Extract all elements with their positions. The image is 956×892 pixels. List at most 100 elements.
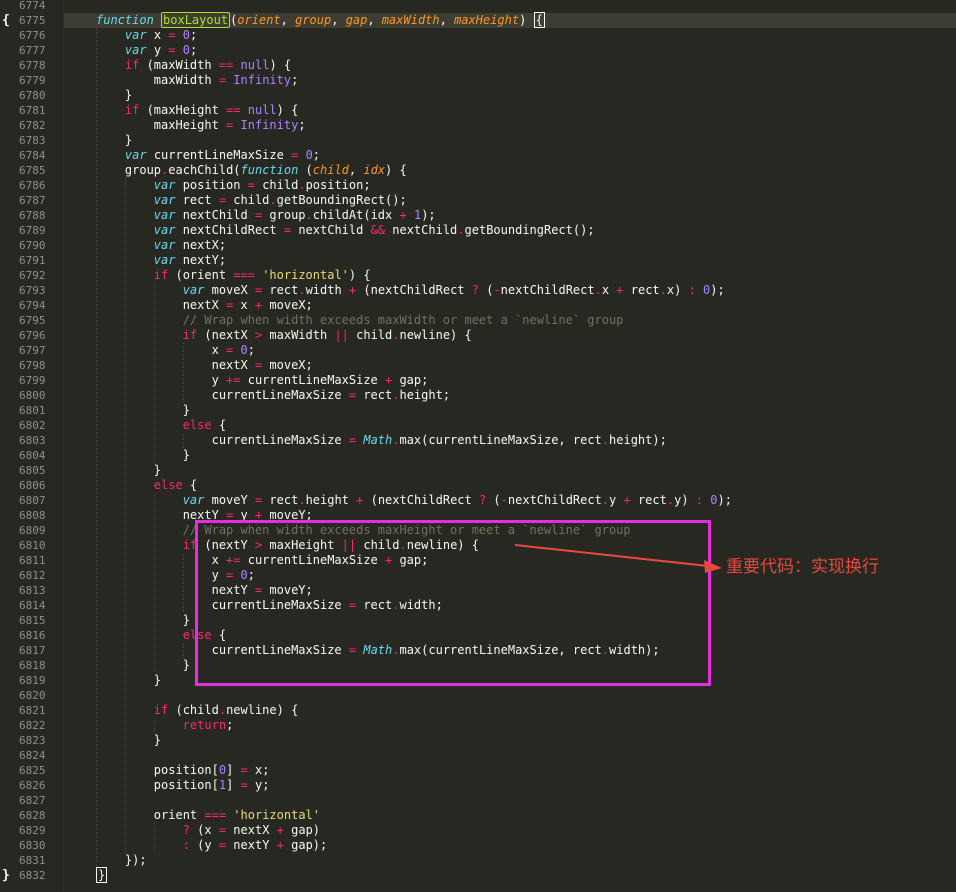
code-token: x [233,298,255,312]
code-token: ) [519,13,534,27]
line-number: 6806 [19,479,46,492]
line-number: 6800 [19,389,46,402]
code-line: return; [96,718,234,733]
code-token: var [153,208,183,222]
code-token: . [457,223,465,237]
line-number: 6830 [19,839,46,852]
code-token: . [666,493,675,507]
code-line: // Wrap when width exceeds maxWidth or m… [96,313,624,328]
fold-marker-icon[interactable]: { [2,13,10,28]
code-token: var [182,493,212,507]
line-number: 6803 [19,434,46,447]
code-token: y [153,43,169,57]
code-line: nextX = moveX; [96,358,313,373]
code-line: currentLineMaxSize = rect.height; [96,388,450,403]
code-token: nextX [96,358,255,372]
code-token: x [96,343,227,357]
code-token: ; [247,343,255,357]
line-number: 6797 [19,344,46,357]
code-token: gap; [392,373,429,387]
code-token: } [96,133,133,147]
code-token: var [153,178,183,192]
code-token: . [594,283,602,297]
line-number: 6798 [19,359,46,372]
code-line: } [96,448,190,463]
code-token: newline) { [226,703,299,717]
line-number: 6778 [19,59,46,72]
code-token: . [269,193,277,207]
code-line: } [96,673,161,688]
code-line: } [96,133,132,148]
code-token: { [211,418,227,432]
code-token: var [153,253,183,267]
line-number: 6812 [19,569,46,582]
fold-marker-icon[interactable]: } [2,868,10,883]
code-editor[interactable]: 6774 6775 6776 6777 6778 6779 6780 6781 6782 6783… [0,0,956,892]
line-number: 6820 [19,689,46,702]
code-line: } [96,403,190,418]
code-token: ( [486,493,501,507]
code-token: getBoundingRect(); [464,223,595,237]
code-token: child [226,193,270,207]
code-token: else [182,418,212,432]
code-token: . [298,283,306,297]
code-token: ); [717,493,732,507]
code-token: Infinity [233,73,292,87]
code-token: function [240,163,299,177]
code-token: + [399,208,407,222]
line-number: 6828 [19,809,46,822]
code-token: if [124,58,140,72]
code-token: width [305,283,349,297]
code-token: , [331,13,346,27]
code-token: ; [226,718,234,732]
code-token: nextY; [182,253,227,267]
code-token: + [616,283,624,297]
code-line: else { [96,478,197,493]
code-line: var nextX; [96,238,226,253]
code-token: = [247,178,255,192]
code-token: = [218,193,227,207]
line-number: 6804 [19,449,46,462]
code-token: currentLineMaxSize [240,373,385,387]
line-number: 6786 [19,179,46,192]
code-token: : [688,283,696,297]
line-number: 6805 [19,464,46,477]
code-token: child [254,178,299,192]
line-number: 6825 [19,764,46,777]
code-token: } [96,88,133,102]
code-token: var [153,223,183,237]
line-number: 6827 [19,794,46,807]
code-token: null [240,58,270,72]
code-token: } [96,733,162,747]
code-token: : [695,493,704,507]
code-token: function [96,13,162,27]
line-number: 6808 [19,509,46,522]
code-line: nextX = x + moveX; [96,298,313,313]
code-token: 1 [218,778,227,792]
code-line: : (y = nextY + gap); [96,838,328,853]
code-token: || [334,328,349,342]
code-token: null [247,103,277,117]
line-number: 6777 [19,44,46,57]
code-line: position[0] = x; [96,763,270,778]
code-token: = [218,823,227,837]
code-token: gap [345,13,368,27]
code-token: . [305,208,313,222]
code-line: } [96,88,132,103]
code-token: var [124,43,154,57]
code-token: rect [182,193,219,207]
code-line: } [96,867,108,883]
code-token: height); [609,433,667,447]
